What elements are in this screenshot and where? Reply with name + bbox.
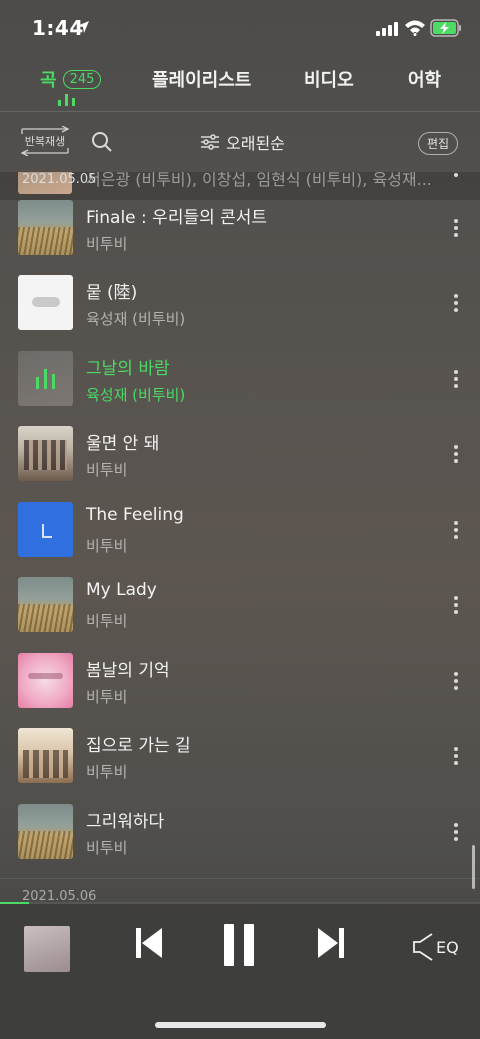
more-options-icon[interactable] [454,672,460,690]
song-count-badge: 245 [62,69,102,89]
playback-progress[interactable] [0,902,480,904]
song-artist: 서은광 (비투비), 이창섭, 임현식 (비투비), 육성재... [86,172,432,189]
more-options-icon[interactable] [454,172,460,184]
song-title: My Lady [86,580,157,600]
tab-language[interactable]: 어학 [408,66,441,92]
home-indicator[interactable] [155,1022,326,1028]
pause-icon[interactable] [222,924,256,966]
now-playing-icon [36,369,55,389]
song-title: 울면 안 돼 [86,434,160,454]
repeat-button[interactable]: 반복재생 [18,126,72,156]
song-title: 봄날의 기억 [86,661,170,681]
sort-label: 오래된순 [226,134,285,153]
list-item[interactable]: 뭍 (陸) 육성재 (비투비) [0,264,480,339]
song-artist: 비투비 [86,763,128,781]
sort-sliders-icon [201,134,219,150]
date-header: 2021.05.06 [0,878,480,902]
now-playing-album-art[interactable] [24,926,70,972]
album-art [18,728,73,783]
more-options-icon[interactable] [454,747,460,765]
sort-button[interactable]: 오래된순 [200,130,285,154]
status-bar: 1:44 [0,0,480,58]
date-header: 2021.05.05 [22,172,97,187]
song-title: Finale : 우리들의 콘서트 [86,208,268,228]
progress-fill [0,902,29,904]
list-toolbar: 반복재생 오래된순 편집 [0,112,480,172]
song-title: 집으로 가는 길 [86,736,191,756]
list-item[interactable]: 집으로 가는 길 비투비 [0,717,480,792]
eq-button[interactable]: EQ [412,932,459,962]
song-artist: 비투비 [86,839,128,857]
album-art [18,653,73,708]
tab-songs[interactable]: 곡 245 [40,66,102,92]
repeat-label: 반복재생 [24,135,66,148]
song-artist: 비투비 [86,461,128,479]
album-art [18,200,73,255]
list-item[interactable]: My Lady 비투비 [0,566,480,641]
edit-button[interactable]: 편집 [418,132,459,155]
more-options-icon[interactable] [454,219,460,237]
song-title: The Feeling [86,505,184,525]
tab-videos[interactable]: 비디오 [304,66,354,92]
more-options-icon[interactable] [454,294,460,312]
song-artist: 육성재 (비투비) [86,310,186,328]
location-arrow-icon [77,21,89,33]
list-item[interactable]: 울면 안 돼 비투비 [0,415,480,490]
mini-player: EQ [0,902,480,1039]
song-list: 서은광 (비투비), 이창섭, 임현식 (비투비), 육성재... 2021.0… [0,172,480,902]
song-artist: 비투비 [86,688,128,706]
song-artist: 비투비 [86,235,128,253]
album-art [18,502,73,557]
song-title: 뭍 (陸) [86,283,138,303]
previous-track-icon[interactable] [134,926,164,960]
album-art [18,351,73,406]
album-art [18,577,73,632]
next-track-icon[interactable] [316,926,346,960]
battery-charging-icon [430,19,461,37]
tab-playlists[interactable]: 플레이리스트 [152,66,251,92]
list-item-now-playing[interactable]: 그날의 바람 육성재 (비투비) [0,340,480,415]
album-art [18,804,73,859]
album-art [18,275,73,330]
wifi-icon [405,20,425,36]
song-artist: 비투비 [86,537,128,555]
search-icon[interactable] [90,130,114,154]
list-item[interactable]: 봄날의 기억 비투비 [0,642,480,717]
category-tabs: 곡 245 플레이리스트 비디오 어학 [0,58,480,112]
list-item[interactable]: 그리워하다 비투비 [0,793,480,868]
cellular-signal-icon [376,22,398,36]
song-title: 그날의 바람 [86,359,170,379]
speaker-icon [413,933,433,961]
list-item[interactable]: The Feeling 비투비 [0,491,480,566]
song-title: 그리워하다 [86,812,165,832]
more-options-icon[interactable] [454,445,460,463]
list-item[interactable]: Finale : 우리들의 콘서트 비투비 [0,189,480,264]
more-options-icon[interactable] [454,823,460,841]
song-artist: 육성재 (비투비) [86,386,186,404]
date-label: 2021.05.06 [22,889,97,902]
playing-indicator-icon [58,94,75,106]
album-art [18,426,73,481]
scrollbar[interactable] [472,845,475,889]
more-options-icon[interactable] [454,596,460,614]
more-options-icon[interactable] [454,370,460,388]
eq-label: EQ [436,937,459,957]
song-artist: 비투비 [86,612,128,630]
more-options-icon[interactable] [454,521,460,539]
tab-songs-label: 곡 [40,70,57,91]
